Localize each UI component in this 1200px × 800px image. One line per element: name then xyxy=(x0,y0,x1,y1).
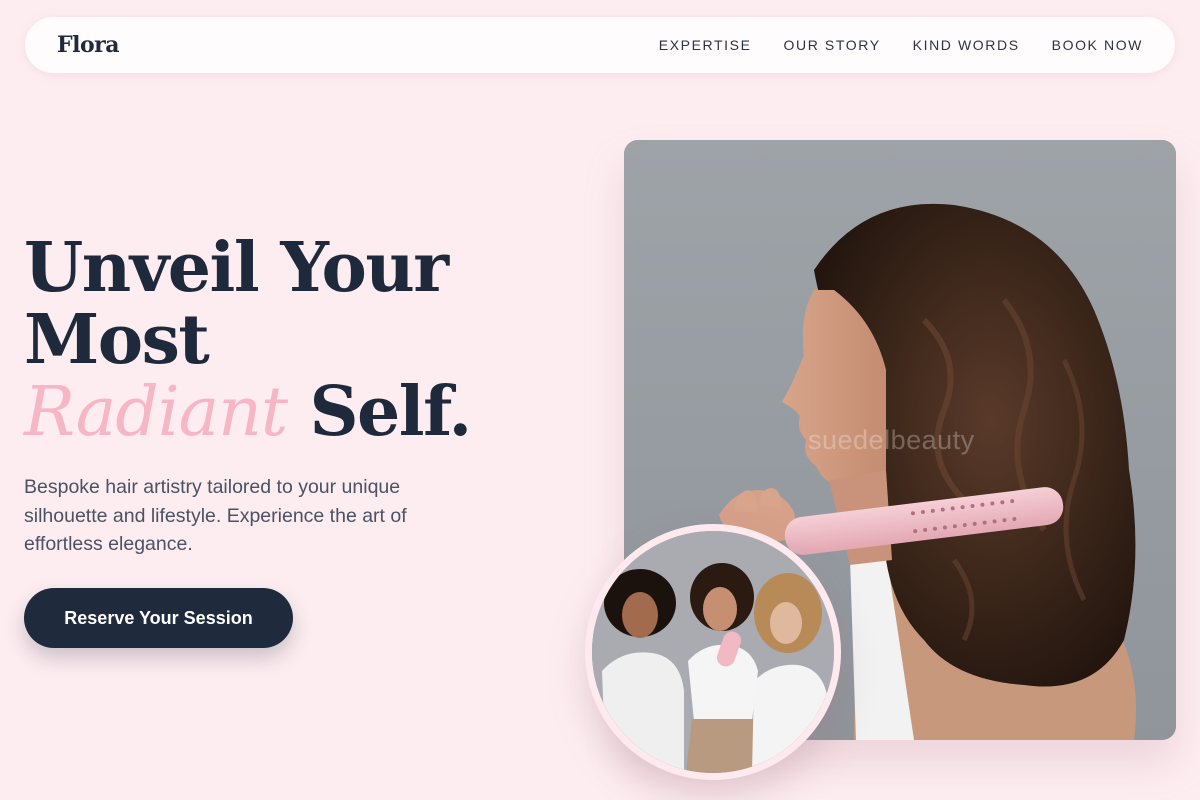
secondary-circle-image xyxy=(585,524,841,780)
hero-title-line-3: Radiant Self. xyxy=(24,373,472,452)
brand-logo[interactable]: Flora xyxy=(57,32,120,58)
nav-link-our-story[interactable]: OUR STORY xyxy=(784,37,881,53)
hero-title-end: Self. xyxy=(309,372,472,452)
nav-link-kind-words[interactable]: KIND WORDS xyxy=(913,37,1020,53)
nav-links: EXPERTISE OUR STORY KIND WORDS BOOK NOW xyxy=(659,37,1143,53)
nav-link-expertise[interactable]: EXPERTISE xyxy=(659,37,752,53)
image-watermark: suedelbeauty xyxy=(808,425,975,455)
reserve-session-button[interactable]: Reserve Your Session xyxy=(24,588,293,648)
three-women-illustration xyxy=(592,531,834,773)
hero-title-accent: Radiant xyxy=(24,373,288,452)
hero-title-line-2: Most xyxy=(24,300,210,380)
hero-title: Unveil Your Most Radiant Self. xyxy=(24,228,472,452)
hero-subtitle: Bespoke hair artistry tailored to your u… xyxy=(24,476,407,555)
hero-title-line-1: Unveil Your xyxy=(24,228,449,308)
top-nav: Flora EXPERTISE OUR STORY KIND WORDS BOO… xyxy=(25,17,1175,73)
nav-link-book-now[interactable]: BOOK NOW xyxy=(1052,37,1143,53)
